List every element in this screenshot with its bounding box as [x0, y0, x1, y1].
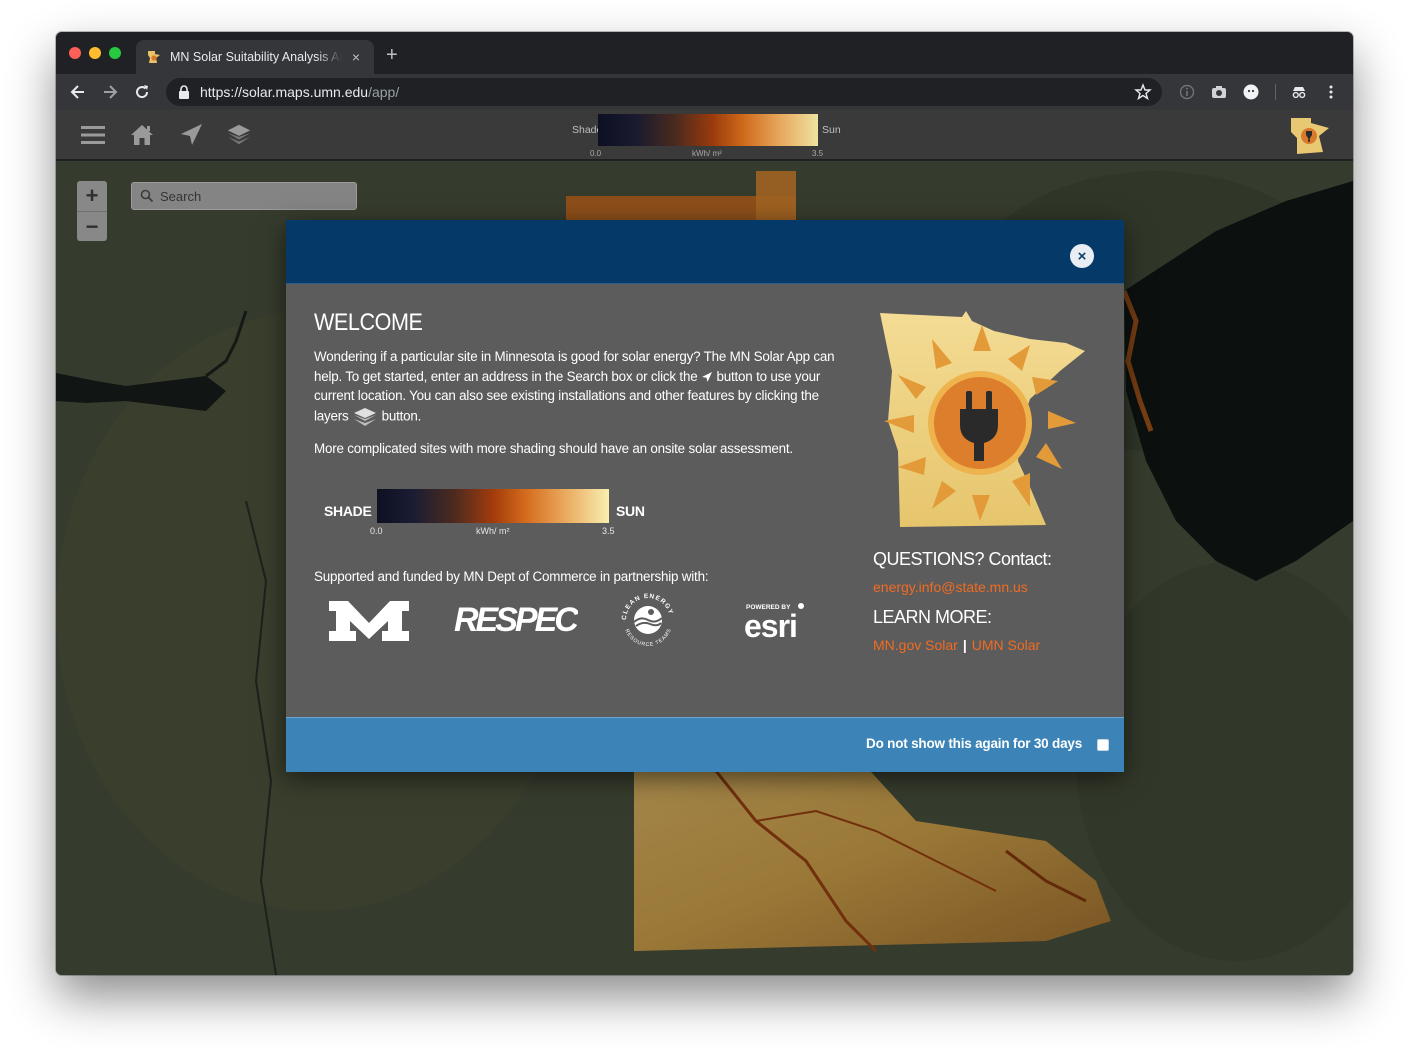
intro-part3: button. [381, 408, 422, 424]
legend-gradient [377, 489, 609, 523]
header-legend-gradient [598, 114, 818, 146]
forward-arrow-icon[interactable] [100, 82, 120, 102]
legend-max: 3.5 [602, 526, 615, 536]
dont-show-again-label[interactable]: Do not show this again for 30 days [866, 736, 1082, 751]
respec-text: RESPEC [454, 601, 578, 637]
layers-icon[interactable] [226, 122, 252, 148]
url-path: /app/ [368, 84, 400, 100]
mn-solar-logo-icon[interactable] [1289, 114, 1333, 158]
umn-solar-link[interactable]: UMN Solar [972, 637, 1040, 653]
link-separator: | [962, 637, 967, 653]
legend-sun-label: SUN [616, 503, 645, 519]
questions-heading: QUESTIONS? Contact: [873, 549, 1052, 569]
info-extension-icon[interactable] [1178, 83, 1196, 101]
modal-close-button[interactable]: × [1070, 244, 1094, 268]
respec-logo[interactable]: RESPEC [454, 601, 578, 637]
header-legend-sun: Sun [822, 124, 841, 136]
header-legend-max: 3.5 [812, 149, 824, 158]
close-window-button[interactable] [69, 47, 81, 59]
maximize-window-button[interactable] [109, 47, 121, 59]
contact-email-link[interactable]: energy.info@state.mn.us [873, 579, 1028, 595]
header-solar-legend: Shade Sun 0.0 kWh/ m² 3.5 [572, 114, 876, 158]
ghost-extension-icon[interactable] [1242, 83, 1260, 101]
toolbar-divider [1275, 84, 1276, 100]
legend-shade-label: SHADE [324, 503, 372, 519]
header-legend-min: 0.0 [590, 149, 602, 158]
back-arrow-icon[interactable] [68, 82, 88, 102]
intro-text: Wondering if a particular site in Minnes… [314, 347, 854, 428]
modal-header: × [286, 220, 1124, 284]
hamburger-menu-icon[interactable] [80, 122, 106, 148]
layers-icon [354, 407, 377, 426]
kebab-menu-icon[interactable] [1322, 83, 1340, 101]
home-icon[interactable] [129, 122, 155, 148]
welcome-title: WELCOME [314, 309, 423, 336]
camera-extension-icon[interactable] [1210, 83, 1228, 101]
modal-footer: Do not show this again for 30 days [286, 717, 1124, 772]
url-host: https://solar.maps.umn.edu [200, 84, 369, 100]
new-tab-button[interactable]: + [386, 45, 398, 65]
legend-min: 0.0 [370, 526, 383, 536]
esri-text: esri [744, 608, 797, 643]
header-legend-unit: kWh/ m² [692, 149, 722, 158]
clean-energy-resource-teams-logo[interactable]: CLEAN ENERGY RESOURCE TEAMS [616, 588, 680, 652]
tab-title: MN Solar Suitability Analysis App [170, 50, 342, 64]
address-bar[interactable]: https://solar.maps.umn.edu/app/ [166, 78, 1162, 106]
supported-by-text: Supported and funded by MN Dept of Comme… [314, 569, 709, 584]
mn-gov-solar-link[interactable]: MN.gov Solar [873, 637, 958, 653]
browser-toolbar: https://solar.maps.umn.edu/app/ [56, 74, 1353, 110]
powered-by-esri-logo[interactable]: POWERED BY esri [744, 597, 814, 643]
minimize-window-button[interactable] [89, 47, 101, 59]
reload-icon[interactable] [132, 82, 152, 102]
modal-body: WELCOME Wondering if a particular site i… [286, 285, 1124, 717]
minnesota-solar-plug-icon [880, 311, 1085, 527]
learn-more-heading: LEARN MORE: [873, 607, 992, 627]
locate-arrow-icon [701, 371, 712, 382]
tab-strip: MN Solar Suitability Analysis App × + [56, 32, 1353, 74]
welcome-modal: × WELCOME Wondering if a particular site… [286, 220, 1124, 772]
lock-icon [179, 85, 189, 99]
mn-solar-favicon-icon [148, 51, 160, 63]
incognito-icon[interactable] [1290, 83, 1308, 101]
bookmark-star-icon[interactable] [1134, 83, 1152, 101]
tab-mn-solar[interactable]: MN Solar Suitability Analysis App × [136, 40, 374, 74]
umn-block-m-logo-icon[interactable] [326, 593, 412, 645]
browser-window: MN Solar Suitability Analysis App × + ht… [56, 32, 1353, 975]
tab-close-icon[interactable]: × [348, 49, 364, 65]
dont-show-again-checkbox[interactable] [1097, 739, 1109, 751]
modal-solar-legend: SHADE SUN 0.0 kWh/ m² 3.5 [314, 485, 654, 545]
locate-arrow-icon[interactable] [178, 122, 204, 148]
legend-unit: kWh/ m² [476, 526, 510, 536]
assessment-note: More complicated sites with more shading… [314, 441, 793, 456]
app-header: Shade Sun 0.0 kWh/ m² 3.5 [56, 110, 1353, 160]
learn-more-links: MN.gov Solar | UMN Solar [873, 637, 1040, 653]
